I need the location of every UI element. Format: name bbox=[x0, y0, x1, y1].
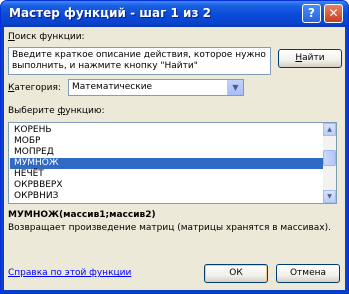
close-icon[interactable]: ✕ bbox=[324, 4, 343, 23]
chevron-down-icon[interactable]: ▼ bbox=[227, 80, 243, 95]
list-item[interactable]: МОПРЕД bbox=[10, 147, 323, 158]
title-bar[interactable]: Мастер функций - шаг 1 из 2 ? ✕ bbox=[1, 1, 348, 27]
cancel-button[interactable]: Отмена bbox=[276, 264, 340, 283]
list-item[interactable]: МОБР bbox=[10, 136, 323, 147]
find-button[interactable]: Найти bbox=[278, 49, 342, 68]
function-wizard-window: Мастер функций - шаг 1 из 2 ? ✕ Поиск фу… bbox=[0, 0, 349, 294]
list-item[interactable]: ОКРВНИЗ bbox=[10, 191, 323, 202]
help-icon[interactable]: ? bbox=[302, 4, 321, 23]
functions-label: Выберите функцию: bbox=[8, 106, 105, 116]
ok-button[interactable]: ОК bbox=[204, 264, 268, 283]
scroll-thumb[interactable] bbox=[323, 150, 336, 166]
window-title: Мастер функций - шаг 1 из 2 bbox=[9, 6, 211, 20]
function-list[interactable]: КОРЕНЬ МОБР МОПРЕД МУМНОЖ НЕЧЁТ ОКРВВЕРХ… bbox=[8, 122, 337, 204]
scroll-up-icon[interactable]: ▲ bbox=[323, 123, 336, 136]
search-input[interactable]: Введите краткое описание действия, котор… bbox=[8, 47, 271, 75]
list-item[interactable]: НЕЧЁТ bbox=[10, 169, 323, 180]
search-text-line2: выполнить, и нажмите кнопку "Найти" bbox=[12, 61, 198, 71]
function-description: Возвращает произведение матриц (матрицы … bbox=[8, 223, 331, 233]
category-label: Категория: bbox=[8, 83, 61, 93]
list-item-selected[interactable]: МУМНОЖ bbox=[10, 158, 323, 169]
category-value: Математические bbox=[72, 82, 153, 92]
category-select[interactable]: Математические ▼ bbox=[68, 79, 244, 96]
search-text-line1: Введите краткое описание действия, котор… bbox=[12, 50, 266, 60]
list-scrollbar[interactable]: ▲ ▼ bbox=[323, 123, 336, 203]
function-signature: МУМНОЖ(массив1;массив2) bbox=[8, 210, 156, 220]
list-item[interactable]: КОРЕНЬ bbox=[10, 125, 323, 136]
dialog-body: Поиск функции: Введите краткое описание … bbox=[4, 27, 345, 290]
search-label: Поиск функции: bbox=[8, 32, 85, 42]
help-link[interactable]: Справка по этой функции bbox=[8, 268, 131, 278]
scroll-down-icon[interactable]: ▼ bbox=[323, 190, 336, 203]
list-item[interactable]: ОКРВВЕРХ bbox=[10, 180, 323, 191]
